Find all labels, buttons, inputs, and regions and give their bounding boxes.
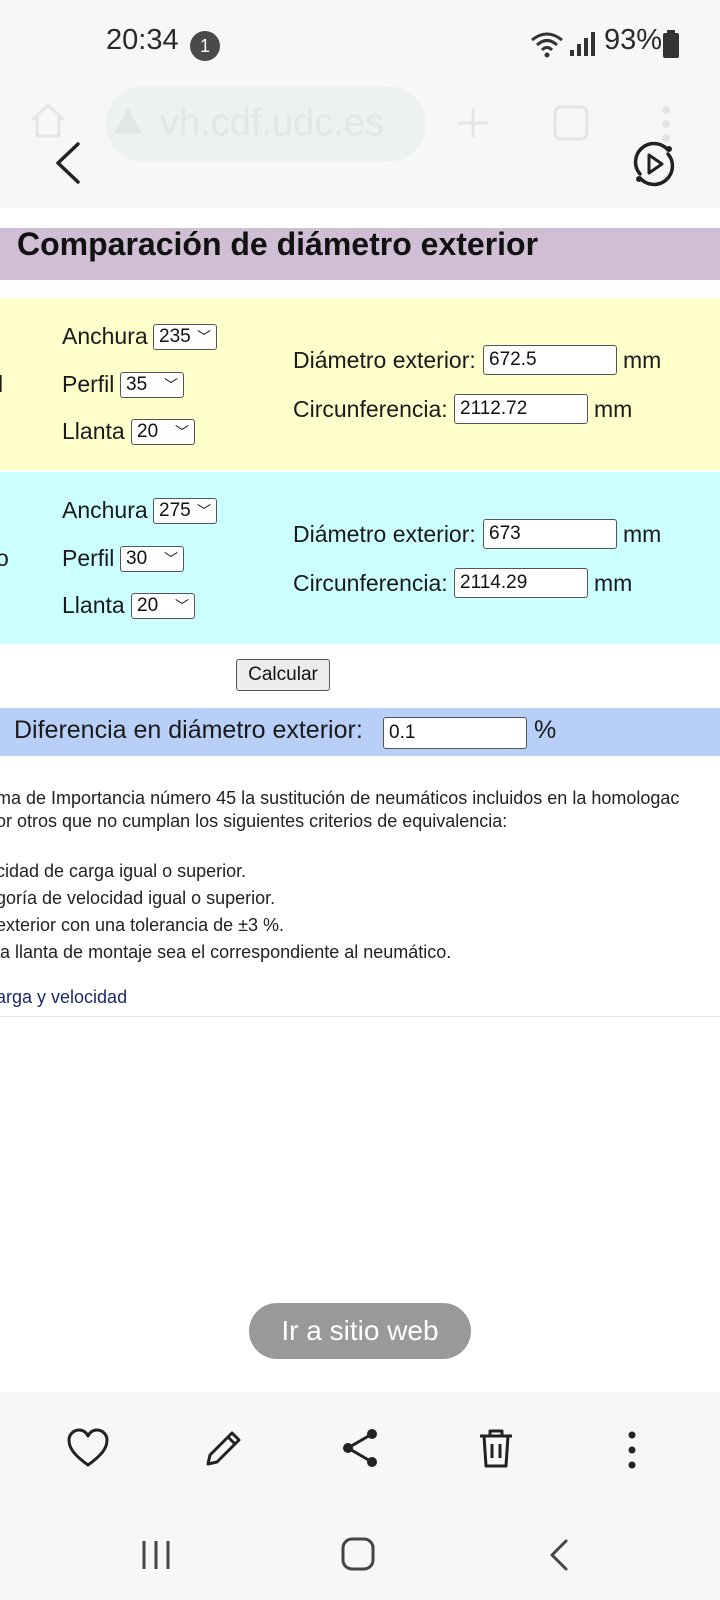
chevron-down-icon: ﹀ (197, 503, 211, 519)
tyre2-diametro-input[interactable] (483, 519, 617, 549)
difference-input[interactable] (383, 717, 527, 749)
wifi-icon (531, 32, 563, 58)
tyre2-diametro-unit: mm (623, 521, 662, 547)
chevron-down-icon: ﹀ (175, 424, 189, 440)
tyre2-circ-label: Circunferencia: (293, 570, 448, 596)
tyre1-diametro-unit: mm (623, 347, 662, 373)
tyre2-circ-unit: mm (594, 570, 633, 596)
tyre2-anchura-label: Anchura (62, 497, 148, 523)
text-line: ma de Importancia número 45 la sustituci… (0, 788, 680, 808)
divider (0, 1016, 720, 1017)
tyre2-diametro-label: Diámetro exterior: (293, 521, 476, 547)
battery-icon (663, 30, 679, 58)
text-line: goría de velocidad igual o superior. (0, 888, 276, 908)
text-line: exterior con una tolerancia de ±3 %. (0, 915, 285, 935)
chevron-down-icon: ﹀ (197, 329, 211, 345)
chevron-down-icon: ﹀ (164, 551, 178, 567)
battery-percent: 93% (604, 24, 663, 56)
tyre1-perfil-select[interactable]: 35 ﹀ (120, 372, 184, 398)
tyre2-circ-input[interactable] (454, 568, 588, 598)
tyre2-perfil-select[interactable]: 30 ﹀ (120, 546, 184, 572)
difference-label: Diferencia en diámetro exterior: (14, 716, 363, 744)
calcular-button[interactable]: Calcular (236, 659, 330, 691)
warning-icon (114, 108, 142, 134)
tyre1-left-fragment: l (0, 371, 4, 397)
tyre1-llanta-label: Llanta (62, 418, 125, 444)
tyre1-diametro-label: Diámetro exterior: (293, 347, 476, 373)
tyre1-circ-unit: mm (594, 396, 633, 422)
tyre2-left-fragment: o (0, 545, 9, 571)
carga-velocidad-link[interactable]: arga y velocidad (0, 987, 127, 1008)
notification-badge: 1 (190, 31, 220, 61)
tyre2-llanta-label: Llanta (62, 592, 125, 618)
menu-dots-faded-icon (662, 106, 670, 142)
goto-website-button[interactable]: Ir a sitio web (249, 1303, 471, 1359)
more-vertical-icon[interactable] (626, 1430, 638, 1470)
pencil-icon[interactable] (200, 1424, 248, 1472)
tabs-icon (553, 105, 589, 141)
difference-unit: % (534, 716, 557, 744)
recent-apps-icon[interactable] (138, 1538, 174, 1572)
status-time: 20:34 (106, 24, 179, 56)
motion-photo-icon[interactable] (630, 140, 678, 188)
tyre1-llanta-select[interactable]: 20 ﹀ (131, 419, 195, 445)
tyre2-perfil-label: Perfil (62, 545, 115, 571)
tyre1-circ-label: Circunferencia: (293, 396, 448, 422)
text-line: or otros que no cumplan los siguientes c… (0, 811, 508, 831)
back-nav-icon[interactable] (546, 1538, 572, 1572)
tyre1-perfil-label: Perfil (62, 371, 115, 397)
new-tab-icon (458, 108, 488, 138)
chevron-down-icon: ﹀ (164, 377, 178, 393)
tyre1-anchura-label: Anchura (62, 323, 148, 349)
home-nav-icon[interactable] (340, 1536, 376, 1572)
page-title: Comparación de diámetro exterior (17, 226, 539, 262)
tyre2-anchura-select[interactable]: 275 ﹀ (153, 498, 217, 524)
tyre1-diametro-input[interactable] (483, 345, 617, 375)
trash-icon[interactable] (472, 1424, 520, 1472)
home-icon (30, 102, 66, 138)
signal-icon (570, 32, 595, 56)
url-text: vh.cdf.udc.es (160, 102, 384, 144)
text-line: la llanta de montaje sea el correspondie… (0, 942, 452, 962)
tyre2-llanta-select[interactable]: 20 ﹀ (131, 593, 195, 619)
share-icon[interactable] (336, 1424, 384, 1472)
heart-icon[interactable] (64, 1424, 112, 1472)
tyre1-circ-input[interactable] (454, 394, 588, 424)
text-line: cidad de carga igual o superior. (0, 861, 247, 881)
tyre1-anchura-select[interactable]: 235 ﹀ (153, 324, 217, 350)
back-chevron-icon[interactable] (50, 140, 86, 186)
chevron-down-icon: ﹀ (175, 598, 189, 614)
